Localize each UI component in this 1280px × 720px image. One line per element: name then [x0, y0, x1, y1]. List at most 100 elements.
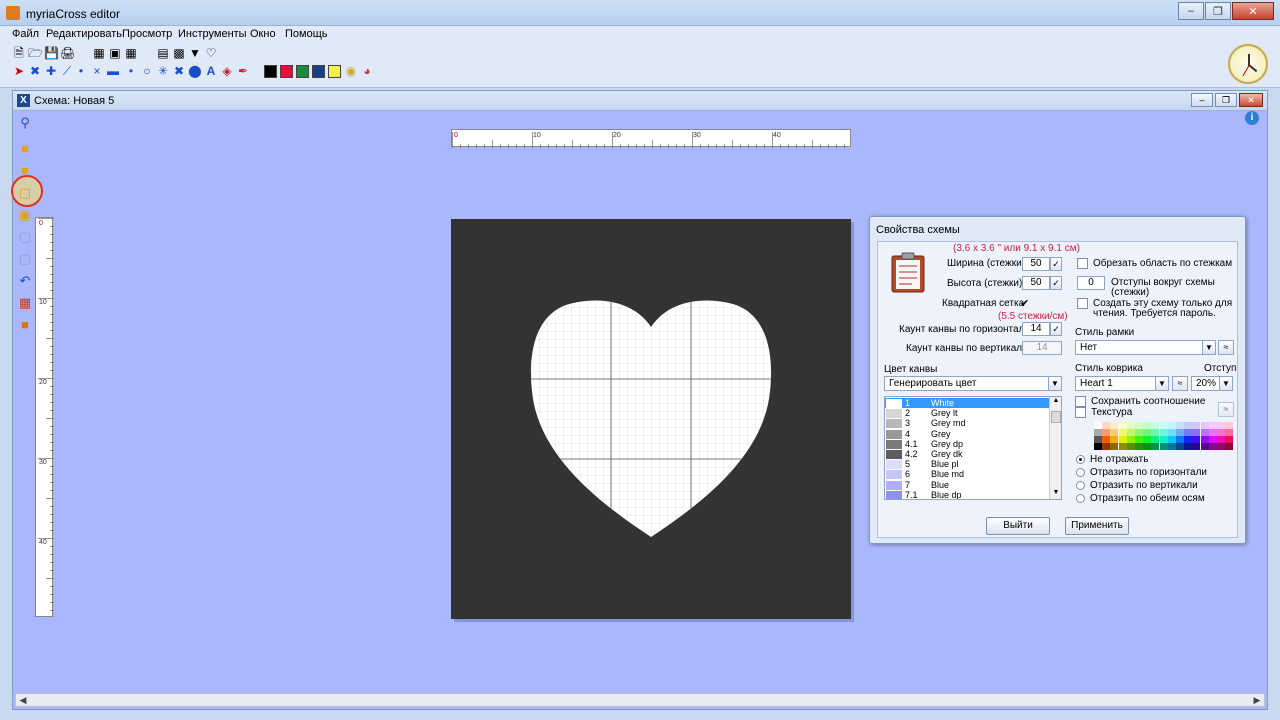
menu-tools[interactable]: Инструменты	[178, 28, 247, 40]
palette-cell[interactable]	[1102, 422, 1111, 429]
floss-list-item[interactable]: 6 Blue md	[885, 469, 1051, 480]
palette-cell[interactable]	[1110, 436, 1119, 443]
line-stitch-icon[interactable]: ▬	[106, 64, 120, 78]
color-wheel-icon[interactable]: ◕	[360, 64, 374, 78]
undo-icon[interactable]: ↶	[17, 273, 33, 289]
palette-cell[interactable]	[1143, 422, 1152, 429]
indent-select[interactable]: 20% ▼	[1191, 376, 1233, 391]
palette-cell[interactable]	[1118, 436, 1127, 443]
palette-cell[interactable]	[1200, 429, 1209, 436]
menu-help[interactable]: Помощь	[285, 28, 328, 40]
palette-cell[interactable]	[1135, 429, 1143, 436]
grid-icon[interactable]: ▦	[124, 46, 138, 60]
palette-cell[interactable]	[1143, 443, 1152, 450]
clipboard-icon[interactable]: ▢	[17, 251, 33, 267]
mat-style-edit-icon[interactable]: ≈	[1172, 376, 1188, 391]
count-h-confirm-icon[interactable]: ✓	[1050, 322, 1062, 336]
preview-icon[interactable]: ▣	[17, 207, 33, 223]
document-maximize-button[interactable]: ❐	[1215, 93, 1237, 107]
canvas-color-select[interactable]: Генерировать цвет ▼	[884, 376, 1062, 391]
palette-cell[interactable]	[1110, 422, 1119, 429]
palette-cell[interactable]	[1118, 443, 1127, 450]
new-file-icon[interactable]: 🗎	[12, 46, 26, 60]
palette-cell[interactable]	[1159, 436, 1168, 443]
menu-edit[interactable]: Редактировать	[46, 28, 122, 40]
palette-cell[interactable]	[1126, 436, 1135, 443]
palette-cell[interactable]	[1135, 422, 1143, 429]
palette-cell[interactable]	[1151, 429, 1160, 436]
color-swatch-green[interactable]	[296, 65, 309, 78]
half-stitch-icon[interactable]: ✚	[44, 64, 58, 78]
palette-cell[interactable]	[1217, 429, 1225, 436]
scroll-down-icon[interactable]: ▼	[1051, 489, 1061, 499]
document-minimize-button[interactable]: ‒	[1191, 93, 1213, 107]
floss-list-item[interactable]: 4.2 Grey dk	[885, 449, 1051, 459]
palette-cell[interactable]	[1118, 429, 1127, 436]
floss-list-item[interactable]: 7 Blue	[885, 480, 1051, 490]
color-swatch-yellow[interactable]	[328, 65, 341, 78]
fill-bucket-icon[interactable]: ◈	[220, 64, 234, 78]
palette-cell[interactable]	[1167, 422, 1176, 429]
frame-style-select[interactable]: Нет ▼	[1075, 340, 1216, 355]
texture-checkbox[interactable]	[1075, 407, 1086, 418]
floss-list-item[interactable]: 3 Grey md	[885, 418, 1051, 429]
close-button[interactable]: ✕	[1232, 2, 1274, 20]
horizontal-scrollbar[interactable]: ◀ ▶	[15, 693, 1265, 707]
width-input[interactable]: 50	[1022, 257, 1050, 271]
palette-cell[interactable]	[1192, 443, 1201, 450]
palette-cell[interactable]	[1094, 422, 1102, 429]
pointer-icon[interactable]: ➤	[12, 64, 26, 78]
palette-cell[interactable]	[1184, 429, 1193, 436]
palette-cell[interactable]	[1184, 436, 1193, 443]
palette-cell[interactable]	[1225, 443, 1234, 450]
eyedropper-icon[interactable]: ✒	[236, 64, 250, 78]
info-icon[interactable]: i	[1245, 111, 1259, 125]
palette-cell[interactable]	[1208, 422, 1217, 429]
palette-cell[interactable]	[1135, 436, 1143, 443]
palette-cell[interactable]	[1167, 443, 1176, 450]
palette-cell[interactable]	[1126, 422, 1135, 429]
pattern-canvas[interactable]	[451, 219, 851, 619]
mat-style-select[interactable]: Heart 1 ▼	[1075, 376, 1169, 391]
palette-cell[interactable]	[1200, 443, 1209, 450]
palette-cell[interactable]	[1143, 436, 1152, 443]
exit-button[interactable]: Выйти	[986, 517, 1050, 535]
palette-cell[interactable]	[1094, 443, 1102, 450]
palette-cell[interactable]	[1126, 443, 1135, 450]
palette-cell[interactable]	[1159, 429, 1168, 436]
palette-cell[interactable]	[1208, 429, 1217, 436]
bead-icon[interactable]: ○	[140, 64, 154, 78]
layers-icon[interactable]: ▣	[108, 46, 122, 60]
floss-list-item[interactable]: 1 White	[885, 398, 1051, 409]
palette-cell[interactable]	[1208, 436, 1217, 443]
palette-cell[interactable]	[1200, 422, 1209, 429]
trim-checkbox[interactable]	[1077, 258, 1088, 269]
palette-cell[interactable]	[1118, 422, 1127, 429]
readonly-checkbox[interactable]	[1077, 298, 1088, 309]
palette-cell[interactable]	[1225, 436, 1234, 443]
print-icon[interactable]: 🖨	[60, 46, 75, 60]
color-picker-icon[interactable]: ◉	[344, 64, 358, 78]
palette-cell[interactable]	[1176, 422, 1184, 429]
palette-cell[interactable]	[1110, 429, 1119, 436]
import-image-icon[interactable]: ▦	[92, 46, 106, 60]
zoom-icon[interactable]: ⚲	[17, 115, 33, 131]
scroll-left-icon[interactable]: ◀	[16, 694, 30, 706]
frame-style-edit-icon[interactable]: ≈	[1218, 340, 1234, 355]
floss-scrollbar[interactable]: ▲ ▼	[1049, 397, 1061, 499]
count-h-input[interactable]: 14	[1022, 322, 1050, 336]
palette-cell[interactable]	[1217, 436, 1225, 443]
height-confirm-icon[interactable]: ✓	[1050, 276, 1062, 290]
palette-cell[interactable]	[1102, 443, 1111, 450]
cross-select-icon[interactable]: ✖	[172, 64, 186, 78]
scroll-up-icon[interactable]: ▲	[1051, 397, 1061, 407]
menu-view[interactable]: Просмотр	[122, 28, 172, 40]
palette-cell[interactable]	[1151, 436, 1160, 443]
floss-list-item[interactable]: 7.1 Blue dp	[885, 490, 1051, 499]
palette-cell[interactable]	[1176, 429, 1184, 436]
palette-cell[interactable]	[1217, 422, 1225, 429]
select-stitches-icon[interactable]: ✳	[156, 64, 170, 78]
floss-list-item[interactable]: 5 Blue pl	[885, 459, 1051, 470]
save-icon[interactable]: 💾	[44, 46, 59, 60]
palette-cell[interactable]	[1143, 429, 1152, 436]
